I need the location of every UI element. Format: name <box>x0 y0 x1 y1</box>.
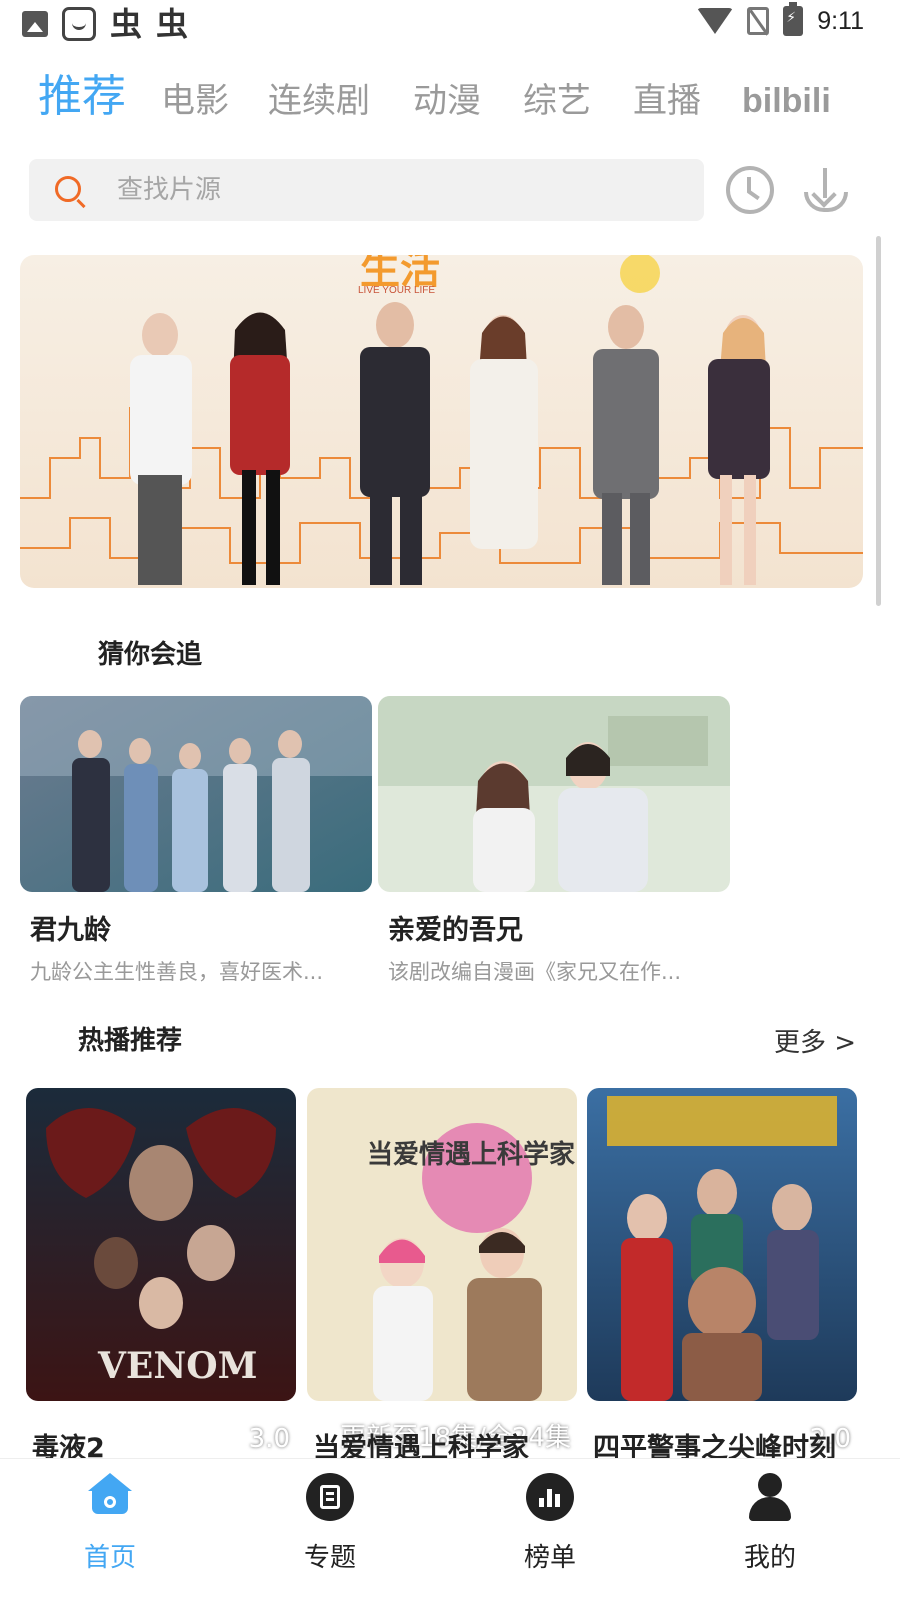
guess-poster-art <box>20 696 372 892</box>
nav-home-label: 首页 <box>83 1543 136 1573</box>
search-bar[interactable] <box>29 159 704 221</box>
banner-poster-text: LIVE YOUR LIFE <box>358 285 435 296</box>
nav-topics[interactable]: 专题 <box>270 1473 390 1583</box>
hot-poster-text: 当爱情遇上科学家 <box>367 1139 575 1170</box>
guess-section-title: 猜你会追 <box>98 640 203 670</box>
guess-card-thumbnail <box>378 696 730 892</box>
hot-card[interactable]: 当爱情遇上科学家 更新至18集/全24集 当爱情遇上科学家 <box>307 1088 577 1464</box>
tab-variety[interactable]: 综艺 <box>523 71 591 131</box>
app-notification-glyph: 虫 <box>110 5 143 43</box>
image-notification-icon <box>22 11 48 37</box>
hot-card[interactable]: VENOM 3.0 毒液2 <box>26 1088 296 1464</box>
hot-card-poster: VENOM <box>26 1088 296 1401</box>
guess-card-description: 该剧改编自漫画《家兄又在作... <box>388 960 682 984</box>
guess-card[interactable]: 亲爱的吾兄 该剧改编自漫画《家兄又在作... <box>378 696 730 996</box>
tab-anime[interactable]: 动漫 <box>413 71 481 131</box>
status-bar: 虫 虫 9:11 <box>0 0 900 52</box>
guess-card-description: 九龄公主生性善良，喜好医术... <box>30 960 324 984</box>
user-icon <box>746 1473 794 1521</box>
nav-profile-label: 我的 <box>743 1543 796 1573</box>
hot-poster-art <box>587 1088 857 1401</box>
tab-series[interactable]: 连续剧 <box>268 71 370 131</box>
hot-poster-text: VENOM <box>97 1345 258 1387</box>
hot-card[interactable]: 2.0 四平警事之尖峰时刻 <box>587 1088 857 1464</box>
category-tabs: 推荐 电影 连续剧 动漫 综艺 直播 bilbili <box>0 66 900 136</box>
topic-icon <box>306 1473 354 1521</box>
wifi-icon <box>697 8 734 34</box>
hot-card-poster: 当爱情遇上科学家 <box>307 1088 577 1401</box>
tab-live[interactable]: 直播 <box>633 71 701 131</box>
search-icon <box>55 176 81 202</box>
scrollbar[interactable] <box>876 236 881 606</box>
download-icon[interactable] <box>802 166 850 214</box>
hot-card-poster <box>587 1088 857 1401</box>
rating-badge: 3.0 <box>248 1424 290 1454</box>
hot-poster-art: VENOM <box>26 1088 296 1401</box>
nav-topics-label: 专题 <box>303 1543 356 1573</box>
tab-bilbili[interactable]: bilbili <box>742 71 831 131</box>
tab-recommend[interactable]: 推荐 <box>38 66 126 128</box>
hero-banner[interactable]: 生活 LIVE YOUR LIFE <box>20 255 863 588</box>
shopping-bag-notification-icon <box>62 7 96 41</box>
banner-cast-art: 生活 LIVE YOUR LIFE <box>130 255 770 585</box>
status-time: 9:11 <box>817 6 864 35</box>
guess-card[interactable]: 君九龄 九龄公主生性善良，喜好医术... <box>20 696 372 996</box>
battery-charging-icon <box>783 2 804 36</box>
nav-home[interactable]: 首页 <box>50 1473 170 1583</box>
nav-rankings-label: 榜单 <box>523 1543 576 1573</box>
history-icon[interactable] <box>726 166 774 214</box>
search-input[interactable] <box>117 159 677 221</box>
status-bar-left: 虫 虫 <box>22 6 188 42</box>
nav-profile[interactable]: 我的 <box>710 1473 830 1583</box>
chart-icon <box>526 1473 574 1521</box>
home-icon <box>86 1473 134 1521</box>
guess-card-title: 君九龄 <box>30 915 111 946</box>
guess-card-thumbnail <box>20 696 372 892</box>
hot-poster-art: 当爱情遇上科学家 <box>307 1088 577 1401</box>
app-notification-glyph: 虫 <box>156 5 189 43</box>
guess-card-title: 亲爱的吾兄 <box>388 915 523 946</box>
tab-movies[interactable]: 电影 <box>161 71 229 131</box>
hot-section-title: 热播推荐 <box>78 1026 183 1056</box>
guess-poster-art <box>378 696 730 892</box>
nav-rankings[interactable]: 榜单 <box>490 1473 610 1583</box>
bottom-navigation: 首页 专题 榜单 我的 <box>0 1458 900 1600</box>
no-sim-icon <box>747 7 770 35</box>
more-link[interactable]: 更多 > <box>774 1022 856 1059</box>
status-bar-right: 9:11 <box>697 2 864 36</box>
